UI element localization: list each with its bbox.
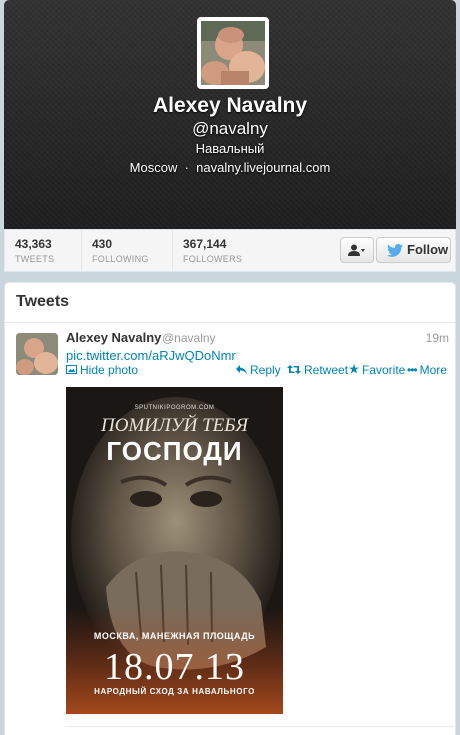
- star-icon: [349, 363, 359, 377]
- reply-icon: [236, 363, 247, 377]
- stat-tweets-label: TWEETS: [15, 254, 55, 264]
- divider: [5, 322, 455, 323]
- profile-name: Alexey Navalny: [152, 94, 308, 117]
- tweets-panel: Tweets Alexey Navalny @navalny 19m pic.t…: [4, 282, 456, 735]
- tweet-timestamp[interactable]: 19m: [426, 331, 449, 345]
- retweet-icon: [287, 363, 301, 377]
- tweet-avatar[interactable]: [16, 333, 58, 375]
- person-icon: [348, 244, 365, 257]
- profile-location-line: Moscow · navalny.livejournal.com: [4, 160, 456, 175]
- stat-following[interactable]: 430 FOLLOWING: [82, 230, 173, 271]
- twitter-bird-icon: [387, 244, 403, 257]
- hide-photo-link[interactable]: Hide photo: [66, 363, 138, 377]
- tweets-heading: Tweets: [16, 293, 70, 310]
- favorite-action[interactable]: Favorite: [349, 363, 405, 377]
- poster-date: 18.07.13: [104, 646, 245, 688]
- tweet-author-name[interactable]: Alexey Navalny: [66, 330, 161, 345]
- stat-tweets[interactable]: 43,363 TWEETS: [5, 230, 82, 271]
- divider: [66, 726, 454, 727]
- poster-subtitle: НАРОДНЫЙ СХОД ЗА НАВАЛЬНОГО: [94, 687, 255, 696]
- retweet-action[interactable]: Retweet: [287, 363, 348, 377]
- stat-following-label: FOLLOWING: [92, 254, 149, 264]
- follow-button-label: Follow: [407, 242, 449, 257]
- profile-page: Alexey Navalny @navalny Навальный Moscow…: [4, 0, 456, 735]
- stat-followers-label: FOLLOWERS: [183, 254, 243, 264]
- reply-label: Reply: [250, 363, 281, 377]
- profile-website-link[interactable]: navalny.livejournal.com: [196, 160, 330, 175]
- more-action[interactable]: ••• More: [407, 363, 447, 377]
- follow-button[interactable]: Follow: [376, 237, 451, 263]
- poster-headline-2: ГОСПОДИ: [106, 436, 243, 466]
- poster-site: SPUTNIKIPOGROM.COM: [134, 405, 215, 411]
- more-label: More: [419, 363, 447, 377]
- poster-place: МОСКВА, МАНЕЖНАЯ ПЛОЩАДЬ: [93, 631, 256, 641]
- stat-followers-value: 367,144: [183, 237, 227, 251]
- poster-headline-1: ПОМИЛУЙ ТЕБЯ: [101, 415, 248, 436]
- retweet-label: Retweet: [304, 363, 349, 377]
- tweet-author-handle[interactable]: @navalny: [162, 331, 216, 345]
- stat-following-value: 430: [92, 237, 113, 251]
- reply-action[interactable]: Reply: [236, 363, 281, 377]
- more-dots-icon: •••: [407, 363, 418, 377]
- user-actions-button[interactable]: [340, 237, 374, 263]
- hide-photo-label: Hide photo: [80, 363, 139, 377]
- photo-icon: [66, 363, 77, 377]
- location-separator: ·: [184, 160, 189, 175]
- stat-followers[interactable]: 367,144 FOLLOWERS: [173, 230, 263, 271]
- profile-header: Alexey Navalny @navalny Навальный Moscow…: [4, 0, 456, 229]
- profile-avatar[interactable]: [197, 17, 269, 89]
- stat-tweets-value: 43,363: [15, 237, 52, 251]
- profile-handle: @navalny: [192, 119, 268, 138]
- tweet-pic-link[interactable]: pic.twitter.com/aRJwQDoNmr: [66, 348, 236, 363]
- favorite-label: Favorite: [362, 363, 406, 377]
- tweet-photo[interactable]: SPUTNIKIPOGROM.COM ПОМИЛУЙ ТЕБЯ ГОСПОДИ …: [66, 387, 283, 714]
- profile-location: Moscow: [129, 160, 178, 175]
- profile-bio: Навальный: [195, 141, 265, 156]
